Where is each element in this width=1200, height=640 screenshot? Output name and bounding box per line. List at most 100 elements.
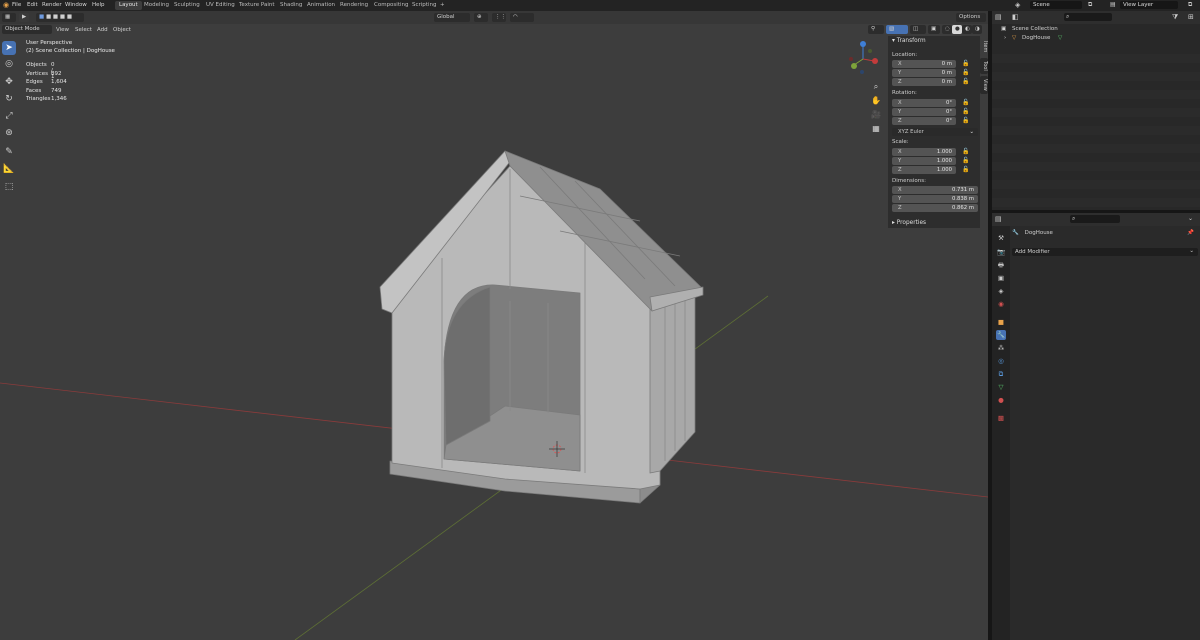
view-layer-icon[interactable]: ▤: [1110, 1, 1116, 8]
visibility-icon[interactable]: ⚲: [868, 25, 884, 34]
select-tool-icon[interactable]: ➤: [2, 41, 16, 55]
scene-icon[interactable]: ◈: [1015, 1, 1020, 9]
menu-window[interactable]: Window: [65, 2, 87, 8]
lock-icon[interactable]: 🔓: [962, 69, 969, 76]
tool-tab-icon[interactable]: ⚒: [996, 233, 1006, 243]
display-mode-icon[interactable]: ◧: [1012, 13, 1019, 21]
editor-type-icon[interactable]: ▤: [995, 215, 1002, 223]
cursor-tool-icon[interactable]: ◎: [2, 57, 16, 71]
tab-compositing[interactable]: Compositing: [370, 1, 412, 10]
3d-viewport[interactable]: ▦ ▶ ■ ■ ■ ■ ■ Object Mode View Select Ad…: [0, 11, 988, 640]
menu-select[interactable]: Select: [75, 27, 92, 33]
select-extend-icon[interactable]: ■: [46, 14, 51, 20]
location-z-field[interactable]: Z0 m: [892, 78, 956, 86]
tab-tool[interactable]: Tool: [980, 58, 988, 74]
view-layer-browse-icon[interactable]: ⧉: [1188, 1, 1192, 9]
ortho-toggle-icon[interactable]: ▦: [870, 123, 882, 135]
dimensions-z-field[interactable]: Z 0.862 m: [892, 204, 978, 212]
scale-tool-icon[interactable]: ⤢: [2, 109, 16, 123]
tab-sculpting[interactable]: Sculpting: [170, 1, 204, 10]
view-layer-field[interactable]: View Layer: [1120, 1, 1178, 9]
options-icon[interactable]: ⌄: [1188, 215, 1193, 222]
menu-view[interactable]: View: [56, 27, 69, 33]
annotate-tool-icon[interactable]: ✎: [2, 145, 16, 159]
texture-tab-icon[interactable]: ▩: [996, 413, 1006, 423]
proportional-editing-icon[interactable]: ◠: [510, 13, 534, 22]
pan-hand-icon[interactable]: ✋: [870, 95, 882, 107]
transform-orientation-dropdown[interactable]: Global: [434, 13, 470, 22]
modifier-tab-icon[interactable]: 🔧: [996, 330, 1006, 340]
add-workspace-button[interactable]: +: [436, 1, 449, 10]
output-tab-icon[interactable]: 🖶: [996, 260, 1006, 270]
object-tab-icon[interactable]: ■: [996, 317, 1006, 327]
filter-icon[interactable]: ⧩: [1172, 13, 1178, 22]
new-collection-icon[interactable]: ⊞: [1188, 13, 1194, 21]
data-tab-icon[interactable]: ▽: [996, 382, 1006, 392]
menu-help[interactable]: Help: [92, 2, 105, 8]
world-tab-icon[interactable]: ◉: [996, 299, 1006, 309]
select-invert-icon[interactable]: ■: [60, 14, 65, 20]
snap-icon[interactable]: ⋮⋮: [492, 13, 506, 22]
rotation-z-field[interactable]: Z 0°: [892, 117, 956, 125]
scale-z-field[interactable]: Z 1.000: [892, 166, 956, 174]
tab-shading[interactable]: Shading: [276, 1, 306, 10]
options-dropdown[interactable]: Options: [956, 13, 986, 22]
lock-icon[interactable]: 🔓: [962, 108, 969, 115]
move-tool-icon[interactable]: ✥: [2, 75, 16, 89]
scene-browse-icon[interactable]: ⧉: [1088, 1, 1092, 9]
rotate-tool-icon[interactable]: ↻: [2, 92, 16, 106]
tab-item[interactable]: Item: [980, 38, 988, 56]
physics-tab-icon[interactable]: ◎: [996, 356, 1006, 366]
outliner-row-doghouse[interactable]: › ▽ DogHouse ▽: [992, 34, 1200, 43]
pin-icon[interactable]: 📌: [1187, 230, 1194, 236]
menu-edit[interactable]: Edit: [27, 2, 38, 8]
menu-add[interactable]: Add: [97, 27, 108, 33]
constraints-tab-icon[interactable]: ⧉: [996, 369, 1006, 379]
lock-icon[interactable]: 🔓: [962, 148, 969, 155]
particles-tab-icon[interactable]: ⁂: [996, 343, 1006, 353]
editor-type-icon[interactable]: ▤: [995, 13, 1002, 21]
outliner-search-input[interactable]: ⌕: [1064, 13, 1112, 21]
scale-x-field[interactable]: X 1.000: [892, 148, 956, 156]
menu-file[interactable]: File: [12, 2, 21, 8]
properties-header[interactable]: ▸ Properties: [888, 218, 980, 228]
shading-rendered-icon[interactable]: ◑: [972, 25, 982, 34]
lock-icon[interactable]: 🔓: [962, 166, 969, 173]
gizmo-toggle-icon[interactable]: ▧: [886, 25, 908, 34]
object-mode-dropdown[interactable]: Object Mode: [2, 25, 52, 34]
lock-icon[interactable]: 🔓: [962, 60, 969, 67]
select-mode-button[interactable]: ▶: [19, 13, 29, 22]
scale-y-field[interactable]: Y 1.000: [892, 157, 956, 165]
scene-tab-icon[interactable]: ◈: [996, 286, 1006, 296]
rotation-x-field[interactable]: X 0°: [892, 99, 956, 107]
lock-icon[interactable]: 🔓: [962, 78, 969, 85]
tab-view[interactable]: View: [980, 76, 988, 94]
shading-wireframe-icon[interactable]: ◌: [942, 25, 952, 34]
transform-tool-icon[interactable]: ⊛: [2, 126, 16, 140]
scene-name-field[interactable]: Scene: [1030, 1, 1082, 9]
tab-modeling[interactable]: Modeling: [140, 1, 173, 10]
pivot-point-icon[interactable]: ⊕: [474, 13, 488, 22]
view-layer-tab-icon[interactable]: ▣: [996, 273, 1006, 283]
tab-texture-paint[interactable]: Texture Paint: [235, 1, 279, 10]
menu-object[interactable]: Object: [113, 27, 131, 33]
lock-icon[interactable]: 🔓: [962, 117, 969, 124]
select-intersect-icon[interactable]: ■: [67, 14, 72, 20]
shading-material-icon[interactable]: ◐: [962, 25, 972, 34]
tab-rendering[interactable]: Rendering: [336, 1, 372, 10]
add-cube-tool-icon[interactable]: ⬚: [2, 180, 16, 194]
dimensions-x-field[interactable]: X 0.731 m: [892, 186, 978, 194]
rotation-y-field[interactable]: Y 0°: [892, 108, 956, 116]
blender-logo-icon[interactable]: ◉: [3, 1, 9, 9]
lock-icon[interactable]: 🔓: [962, 157, 969, 164]
tab-animation[interactable]: Animation: [303, 1, 339, 10]
shading-solid-icon[interactable]: ●: [952, 25, 962, 34]
select-subtract-icon[interactable]: ■: [53, 14, 58, 20]
axis-gizmo[interactable]: [846, 39, 880, 79]
lock-icon[interactable]: 🔓: [962, 99, 969, 106]
outliner-row-scene-collection[interactable]: ▣ Scene Collection: [992, 25, 1200, 34]
xray-icon[interactable]: ▣: [928, 25, 940, 34]
add-modifier-dropdown[interactable]: Add Modifier ⌄: [1012, 248, 1198, 256]
zoom-icon[interactable]: ⌕: [870, 81, 882, 93]
editor-type-button[interactable]: ▦: [2, 13, 16, 22]
